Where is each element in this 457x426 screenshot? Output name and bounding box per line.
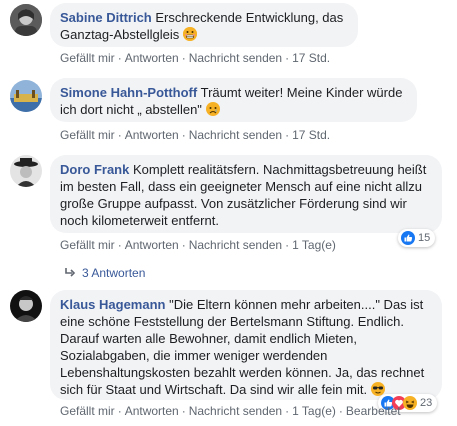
comment-author[interactable]: Klaus Hagemann [60,297,165,312]
comment-author[interactable]: Sabine Dittrich [60,10,152,25]
avatar[interactable] [10,290,42,322]
like-link[interactable]: Gefällt mir [60,128,115,142]
comment-bubble: Klaus Hagemann "Die Eltern können mehr a… [50,290,442,400]
like-icon [401,231,415,245]
comment-actions: Gefällt mir · Antworten · Nachricht senden · 1… [60,404,401,418]
edited-label[interactable]: Bearbeitet [346,404,401,418]
reaction-summary[interactable]: 15 [398,229,436,247]
send-message-link[interactable]: Nachricht senden [189,404,282,418]
like-link[interactable]: Gefällt mir [60,404,115,418]
send-message-link[interactable]: Nachricht senden [189,238,282,252]
avatar[interactable] [10,155,42,187]
like-link[interactable]: Gefällt mir [60,51,115,65]
reply-arrow-icon [64,267,76,282]
avatar[interactable] [10,80,42,112]
timestamp[interactable]: 1 Tag(e) [292,404,336,418]
reply-link[interactable]: Antworten [125,128,179,142]
comment-author[interactable]: Doro Frank [60,162,129,177]
avatar[interactable] [10,4,42,36]
haha-icon [403,396,417,410]
reaction-count: 15 [418,232,431,244]
like-link[interactable]: Gefällt mir [60,238,115,252]
view-replies-link[interactable]: 3 Antworten [64,266,145,282]
send-message-link[interactable]: Nachricht senden [189,51,282,65]
comment-bubble: Doro Frank Komplett realitätsfern. Nachm… [50,155,442,233]
comment-author[interactable]: Simone Hahn-Potthoff [60,85,197,100]
comment-actions: Gefällt mir · Antworten · Nachricht senden · 1… [60,238,336,252]
timestamp[interactable]: 1 Tag(e) [292,238,336,252]
reply-link[interactable]: Antworten [125,238,179,252]
comment-actions: Gefällt mir · Antworten · Nachricht senden · 1… [60,128,331,142]
comment-actions: Gefällt mir · Antworten · Nachricht senden · 1… [60,51,331,65]
send-message-link[interactable]: Nachricht senden [189,128,282,142]
reaction-count: 23 [420,397,433,409]
timestamp[interactable]: 17 Std. [292,51,330,65]
sad-face-emoji [205,102,220,116]
grimacing-face-emoji [182,27,197,41]
reply-link[interactable]: Antworten [125,51,179,65]
comment-text: "Die Eltern können mehr arbeiten...." Da… [60,297,425,397]
reply-link[interactable]: Antworten [125,404,179,418]
comment-bubble: Sabine Dittrich Erschreckende Entwicklun… [50,3,358,47]
comment-bubble: Simone Hahn-Potthoff Träumt weiter! Mein… [50,78,417,122]
timestamp[interactable]: 17 Std. [292,128,330,142]
replies-label: 3 Antworten [82,266,146,280]
